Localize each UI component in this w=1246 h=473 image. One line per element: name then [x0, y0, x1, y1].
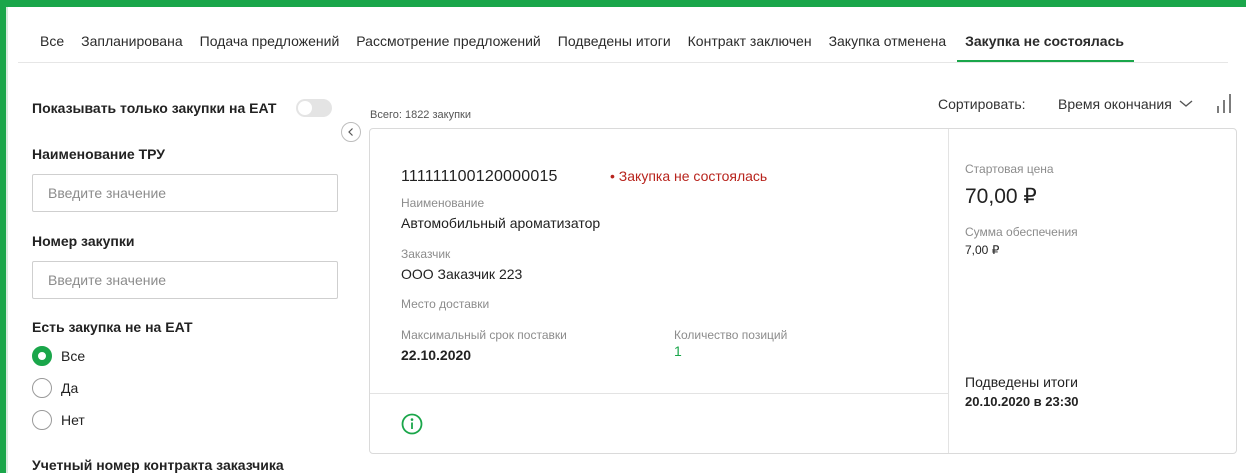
tabs-divider — [18, 62, 1228, 63]
radio-unchecked-icon — [32, 409, 52, 430]
tab-contract-signed[interactable]: Контракт заключен — [688, 20, 812, 62]
purchase-number-input[interactable] — [32, 261, 338, 299]
tab-results[interactable]: Подведены итоги — [558, 20, 671, 62]
tru-input[interactable] — [32, 174, 338, 212]
eat-toggle-row: Показывать только закупки на ЕАТ — [32, 90, 338, 126]
name-label: Наименование — [401, 196, 485, 210]
card-divider-vertical — [948, 129, 949, 453]
card-divider-horizontal — [370, 393, 948, 394]
max-term-label: Максимальный срок поставки — [401, 328, 567, 342]
radio-unchecked-icon — [32, 377, 52, 398]
purchase-number[interactable]: 111111100120000015 — [401, 168, 558, 186]
tru-label: Наименование ТРУ — [32, 146, 166, 162]
start-price: 70,00 ₽ — [965, 185, 1037, 208]
sort-select[interactable]: Время окончания — [1058, 96, 1194, 112]
positions-label: Количество позиций — [674, 328, 788, 342]
radio-no-label: Нет — [61, 411, 85, 428]
customer-name: ООО Заказчик 223 — [401, 266, 523, 282]
tab-all[interactable]: Все — [40, 20, 64, 62]
frame-top-border — [0, 0, 1246, 7]
tab-submission[interactable]: Подача предложений — [200, 20, 340, 62]
info-icon[interactable] — [401, 413, 423, 435]
result-date: 20.10.2020 в 23:30 — [965, 394, 1079, 409]
chevron-down-icon — [1179, 100, 1193, 107]
purchase-card[interactable]: 111111100120000015 • Закупка не состояла… — [369, 128, 1237, 454]
tab-cancelled[interactable]: Закупка отменена — [829, 20, 947, 62]
frame-left-shadow — [6, 7, 8, 473]
max-term-value: 22.10.2020 — [401, 347, 472, 363]
item-name: Автомобильный ароматизатор — [401, 215, 601, 231]
total-count: Всего: 1822 закупки — [370, 109, 471, 121]
radio-all[interactable]: Все — [32, 344, 338, 367]
contract-number-label: Учетный номер контракта заказчика — [32, 457, 284, 473]
result-label: Подведены итоги — [965, 374, 1078, 390]
radio-checked-icon — [32, 345, 52, 366]
customer-label: Заказчик — [401, 247, 451, 261]
status-badge: • Закупка не состоялась — [610, 168, 768, 184]
radio-yes-label: Да — [61, 379, 79, 396]
tab-planned[interactable]: Запланирована — [81, 20, 183, 62]
radio-no[interactable]: Нет — [32, 408, 338, 431]
filter-sidebar: Показывать только закупки на ЕАТ Наимено… — [32, 90, 338, 431]
chevron-left-icon — [348, 128, 353, 136]
tab-failed[interactable]: Закупка не состоялась — [957, 20, 1134, 62]
app-frame: Все Запланирована Подача предложений Рас… — [0, 0, 1246, 473]
radio-all-label: Все — [61, 347, 86, 364]
start-price-label: Стартовая цена — [965, 162, 1054, 176]
delivery-label: Место доставки — [401, 297, 490, 311]
not-eat-label: Есть закупка не на ЕАТ — [32, 319, 193, 335]
deposit-value: 7,00 ₽ — [965, 243, 1000, 257]
tab-review[interactable]: Рассмотрение предложений — [356, 20, 540, 62]
status-tabs: Все Запланирована Подача предложений Рас… — [40, 20, 1151, 64]
eat-toggle[interactable] — [296, 99, 333, 117]
collapse-sidebar-button[interactable] — [341, 122, 361, 142]
sort-value: Время окончания — [1058, 96, 1172, 112]
positions-count[interactable]: 1 — [674, 343, 682, 359]
purchase-number-label: Номер закупки — [32, 233, 135, 249]
radio-yes[interactable]: Да — [32, 376, 338, 399]
sort-order-icon[interactable] — [1213, 92, 1235, 114]
deposit-label: Сумма обеспечения — [965, 225, 1078, 239]
eat-toggle-label: Показывать только закупки на ЕАТ — [32, 100, 277, 116]
sort-label: Сортировать: — [938, 96, 1026, 112]
